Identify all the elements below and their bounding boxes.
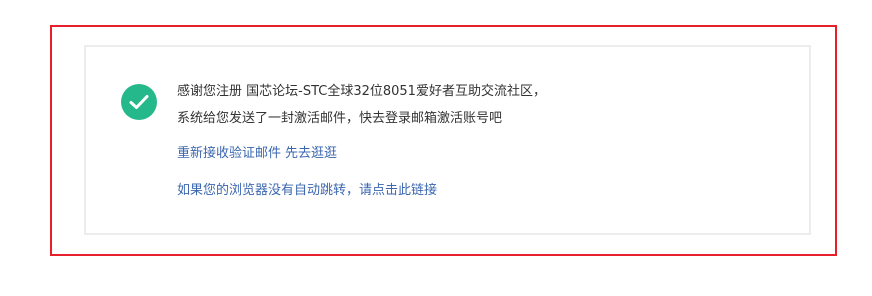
browse-first-link[interactable]: 先去逛逛 xyxy=(285,146,337,161)
redirect-row: 如果您的浏览器没有自动跳转，请点击此链接 xyxy=(177,183,437,199)
registration-success-card xyxy=(84,45,811,235)
message-line-2: 系统给您发送了一封激活邮件，快去登录邮箱激活账号吧 xyxy=(177,111,503,126)
manual-redirect-link[interactable]: 如果您的浏览器没有自动跳转，请点击此链接 xyxy=(177,183,437,198)
action-links: 重新接收验证邮件 先去逛逛 xyxy=(177,146,337,162)
resend-verification-link[interactable]: 重新接收验证邮件 xyxy=(177,146,281,161)
success-check-icon xyxy=(121,84,157,120)
message-line-1: 感谢您注册 国芯论坛-STC全球32位8051爱好者互助交流社区， xyxy=(177,84,546,99)
